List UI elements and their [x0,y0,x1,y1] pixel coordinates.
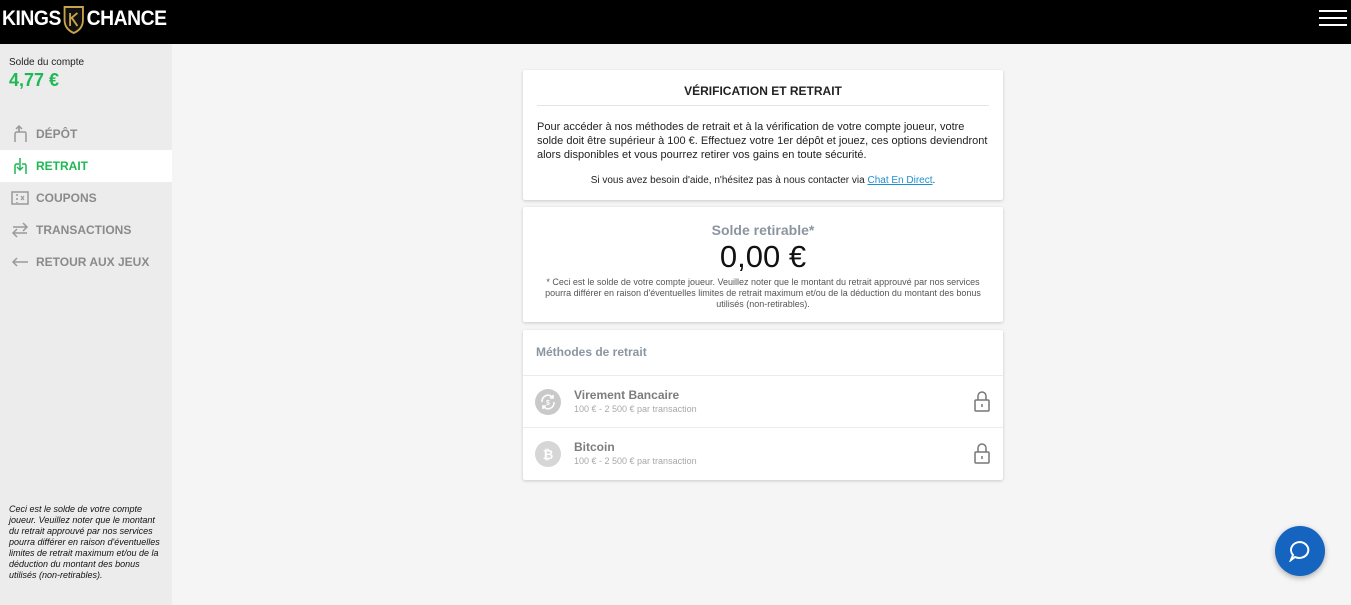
top-bar: KINGS CHANCE [0,0,1351,44]
bitcoin-icon: ₿ [535,441,561,467]
deposit-icon [10,124,30,144]
kingschance-logo[interactable]: KINGS CHANCE [2,4,167,34]
live-chat-link[interactable]: Chat En Direct [867,175,932,186]
balance-label: Solde du compte [9,57,85,68]
method-bank-transfer[interactable]: $ Virement Bancaire 100 € - 2 500 € par … [523,375,1003,427]
help-text: Si vous avez besoin d'aide, n'hésitez pa… [523,175,1003,186]
withdrawable-amount: 0,00 € [719,239,807,274]
balance-disclaimer: Ceci est le solde de votre compte joueur… [9,504,160,580]
crown-shield-icon [63,6,84,34]
sidebar-item-label: TRANSACTIONS [36,223,132,237]
sidebar-item-retour-aux-jeux[interactable]: RETOUR AUX JEUX [0,246,172,278]
verification-body: Pour accéder à nos méthodes de retrait e… [537,121,988,161]
withdrawable-label: Solde retirable* [711,222,815,238]
balance-value: 4,77 € [9,70,60,90]
bank-transfer-icon: $ [535,389,561,415]
help-prefix: Si vous avez besoin d'aide, n'hésitez pa… [590,175,868,186]
method-range: 100 € - 2 500 € par transaction [574,456,697,466]
live-chat-button[interactable] [1275,526,1325,576]
verification-card: VÉRIFICATION ET RETRAIT Pour accéder à n… [523,70,1003,200]
sidebar-item-label: COUPONS [36,191,97,205]
sidebar-item-label: RETOUR AUX JEUX [36,255,150,269]
logo-text-left: KINGS [2,7,61,30]
sidebar-item-coupons[interactable]: COUPONS [0,182,172,214]
method-name: Bitcoin [574,440,615,454]
sidebar-item-depot[interactable]: DÉPÔT [0,118,172,150]
sidebar-item-label: RETRAIT [36,159,88,173]
lock-icon [974,443,990,464]
back-arrow-icon [10,252,30,272]
lock-icon [974,391,990,412]
withdrawal-methods-card: Méthodes de retrait $ Virement Bancaire … [523,330,1003,480]
svg-text:₿: ₿ [543,447,554,462]
svg-text:$: $ [546,400,550,407]
account-sidebar: Solde du compte 4,77 € DÉPÔT RETRAIT COU… [0,44,172,605]
menu-hamburger-icon[interactable] [1319,6,1347,30]
methods-title: Méthodes de retrait [536,345,647,359]
method-range: 100 € - 2 500 € par transaction [574,404,697,414]
verification-title: VÉRIFICATION ET RETRAIT [537,84,989,106]
withdraw-icon [10,156,30,176]
sidebar-item-transactions[interactable]: TRANSACTIONS [0,214,172,246]
help-suffix: . [932,175,936,186]
withdrawable-balance-card: Solde retirable* 0,00 € * Ceci est le so… [523,207,1003,322]
method-name: Virement Bancaire [574,388,680,402]
coupon-icon [10,188,30,208]
sidebar-item-label: DÉPÔT [36,127,78,141]
transactions-icon [10,220,30,240]
method-bitcoin[interactable]: ₿ Bitcoin 100 € - 2 500 € par transactio… [523,427,1003,479]
logo-text-right: CHANCE [86,7,167,30]
chat-bubble-icon [1289,540,1310,562]
sidebar-nav: DÉPÔT RETRAIT COUPONS TRANSACTIONS RETOU… [0,118,172,278]
sidebar-item-retrait[interactable]: RETRAIT [0,150,172,182]
withdrawable-note: * Ceci est le solde de votre compte joue… [545,277,981,309]
